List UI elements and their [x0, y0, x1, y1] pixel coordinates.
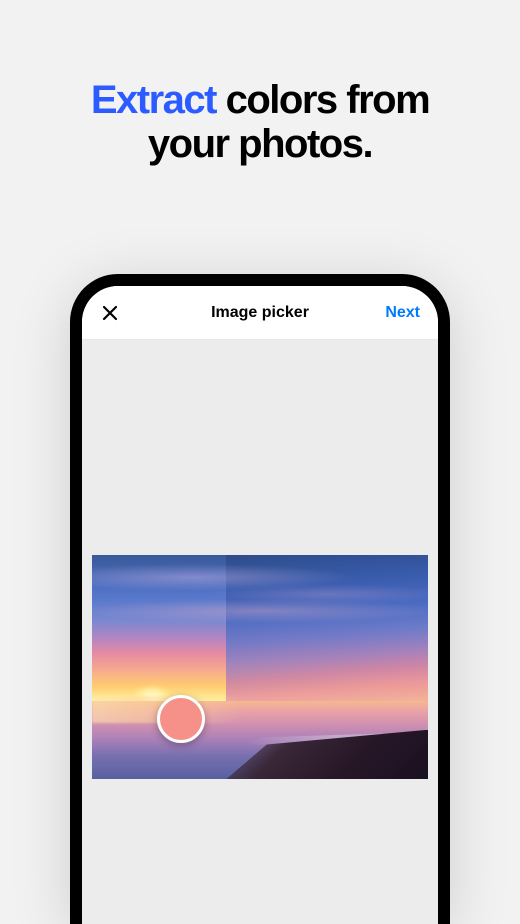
promo-highlight-word: Extract [91, 78, 216, 122]
phone-screen: Image picker Next [82, 286, 438, 924]
promo-line2: your photos. [148, 122, 372, 166]
color-picker-handle[interactable] [157, 695, 205, 743]
promo-line1-rest: colors from [216, 78, 429, 122]
promo-headline: Extract colors from your photos. [0, 0, 520, 166]
nav-title: Image picker [211, 304, 309, 322]
phone-frame: Image picker Next [70, 274, 450, 924]
close-button[interactable] [100, 303, 120, 323]
photo-container[interactable] [92, 555, 428, 779]
nav-bar: Image picker Next [82, 286, 438, 340]
selected-photo [92, 555, 428, 779]
close-icon [102, 305, 118, 321]
image-area [82, 340, 438, 924]
next-button[interactable]: Next [385, 304, 420, 322]
